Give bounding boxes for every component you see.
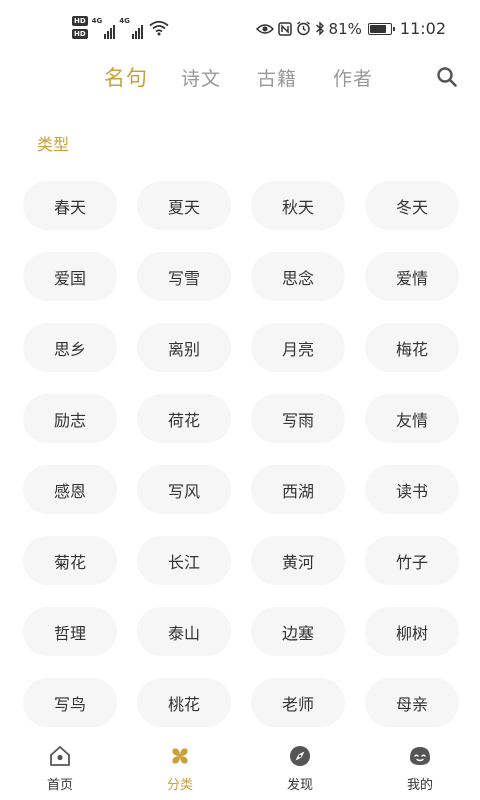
category-chip[interactable]: 老师 — [251, 678, 345, 727]
category-chip[interactable]: 黄河 — [251, 536, 345, 585]
category-chip[interactable]: 边塞 — [251, 607, 345, 656]
nav-item-discover[interactable]: 发现 — [240, 738, 360, 800]
compass-icon — [290, 746, 310, 766]
category-chip[interactable]: 春天 — [23, 181, 117, 230]
category-chip[interactable]: 感恩 — [23, 465, 117, 514]
tab-poems[interactable]: 诗文 — [181, 64, 221, 91]
cellular-signal-1: 4G — [92, 17, 116, 39]
status-left-group: HD HD 4G 4G — [72, 16, 169, 39]
category-chip[interactable]: 泰山 — [137, 607, 231, 656]
category-chip[interactable]: 离别 — [137, 323, 231, 372]
category-chip[interactable]: 励志 — [23, 394, 117, 443]
category-chip[interactable]: 思念 — [251, 252, 345, 301]
cellular-signal-2: 4G — [119, 17, 143, 39]
profile-icon — [410, 747, 430, 765]
status-bar: HD HD 4G 4G 81% 11:02 — [0, 0, 480, 60]
battery-fill — [369, 24, 387, 33]
nfc-icon — [277, 21, 292, 36]
category-chip[interactable]: 菊花 — [23, 536, 117, 585]
battery-icon — [367, 22, 395, 35]
bluetooth-icon — [315, 21, 324, 36]
category-chip[interactable]: 写雨 — [251, 394, 345, 443]
hd-badge-2: HD — [72, 29, 88, 39]
category-chip[interactable]: 月亮 — [251, 323, 345, 372]
category-chip[interactable]: 写雪 — [137, 252, 231, 301]
category-chip[interactable]: 梅花 — [365, 323, 459, 372]
hd-badge-1: HD — [72, 16, 88, 26]
top-tab-bar: 名句 诗文 古籍 作者 — [0, 60, 480, 96]
eye-icon — [255, 23, 274, 34]
tab-classics[interactable]: 古籍 — [257, 64, 297, 91]
category-chip[interactable]: 爱情 — [365, 252, 459, 301]
category-chip[interactable]: 柳树 — [365, 607, 459, 656]
nav-item-home[interactable]: 首页 — [0, 738, 120, 800]
nav-label-profile: 我的 — [406, 778, 433, 793]
category-chip[interactable]: 荷花 — [137, 394, 231, 443]
category-chip[interactable]: 读书 — [365, 465, 459, 514]
category-chip[interactable]: 秋天 — [251, 181, 345, 230]
search-icon[interactable] — [436, 66, 458, 88]
category-icon — [172, 748, 188, 764]
category-chip[interactable]: 竹子 — [365, 536, 459, 585]
category-chip[interactable]: 母亲 — [365, 678, 459, 727]
category-chip[interactable]: 友情 — [365, 394, 459, 443]
network-type-label-1: 4G — [91, 16, 103, 25]
tab-authors[interactable]: 作者 — [333, 64, 373, 91]
category-chip[interactable]: 写风 — [137, 465, 231, 514]
bottom-navigation: 首页 分类 发现 我的 — [0, 738, 480, 800]
category-chip[interactable]: 思乡 — [23, 323, 117, 372]
category-chip[interactable]: 桃花 — [137, 678, 231, 727]
alarm-clock-icon — [296, 21, 310, 36]
signal-bars-icon — [131, 23, 143, 39]
home-icon — [50, 746, 70, 766]
tab-famous-quotes[interactable]: 名句 — [104, 62, 148, 92]
nav-label-home: 首页 — [46, 778, 73, 793]
nav-item-category[interactable]: 分类 — [120, 738, 240, 800]
nav-label-discover: 发现 — [286, 778, 313, 793]
status-right-group: 81% 11:02 — [255, 19, 446, 38]
category-chip[interactable]: 西湖 — [251, 465, 345, 514]
category-grid: 春天 夏天 秋天 冬天爱国 写雪 思念 爱情思乡 离别 月亮 梅花励志 荷花 写雨 友情感恩 写风 西湖 读书… — [23, 181, 459, 727]
category-chip[interactable]: 冬天 — [365, 181, 459, 230]
category-chip[interactable]: 夏天 — [137, 181, 231, 230]
network-type-label-2: 4G — [119, 16, 130, 25]
signal-bars-icon — [104, 23, 116, 39]
clock-time: 11:02 — [399, 19, 446, 38]
nav-item-profile[interactable]: 我的 — [360, 738, 480, 800]
hd-indicators: HD HD — [72, 16, 88, 39]
category-chip[interactable]: 爱国 — [23, 252, 117, 301]
wifi-icon — [149, 20, 169, 35]
section-title-type: 类型 — [37, 135, 70, 154]
category-chip[interactable]: 写鸟 — [23, 678, 117, 727]
battery-percentage: 81% — [328, 19, 362, 38]
nav-label-category: 分类 — [166, 778, 193, 793]
category-chip[interactable]: 哲理 — [23, 607, 117, 656]
category-chip[interactable]: 长江 — [137, 536, 231, 585]
